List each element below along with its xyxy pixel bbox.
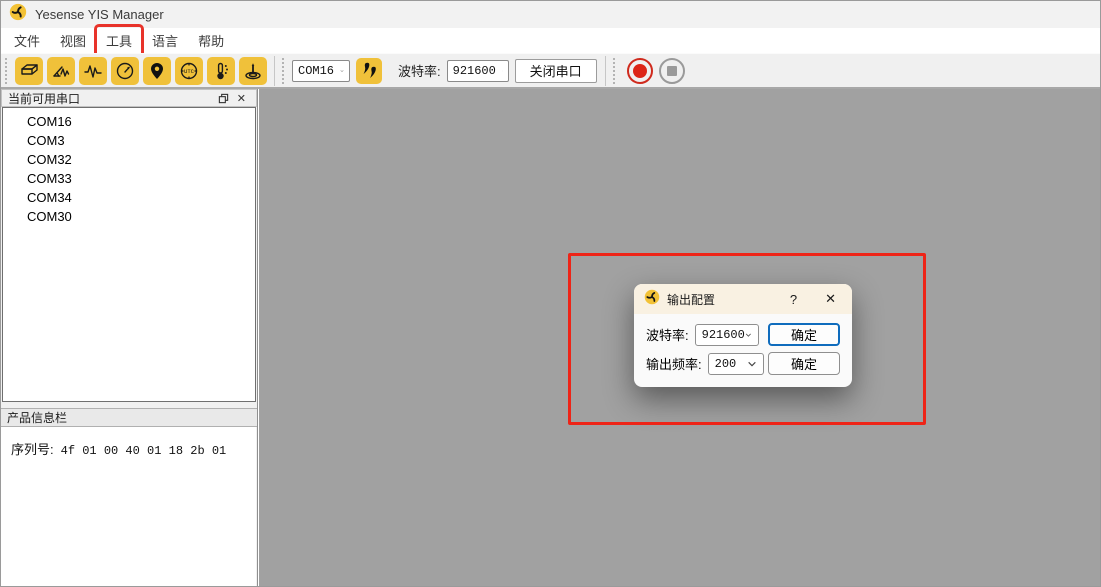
serial-number-row: 序列号: 4f 01 00 40 01 18 2b 01 — [11, 439, 226, 458]
dialog-help-button[interactable]: ? — [784, 292, 803, 307]
window-title: Yesense YIS Manager — [35, 7, 164, 22]
dialog-baud-value: 921600 — [702, 328, 745, 342]
serial-number-value: 4f 01 00 40 01 18 2b 01 — [61, 444, 227, 458]
output-rate-row: 输出频率: 200 确定 — [646, 352, 840, 375]
output-config-dialog: 输出配置 ? ✕ 波特率: 921600 确定 输出频率: 200 — [634, 284, 852, 387]
toolbar-drag-handle[interactable] — [5, 58, 12, 84]
baud-rate-row: 波特率: 921600 确定 — [646, 323, 840, 346]
dock-header: 当前可用串口 ✕ — [1, 89, 257, 107]
dialog-baud-label: 波特率: — [646, 325, 689, 344]
menu-file[interactable]: 文件 — [7, 28, 47, 53]
chevron-down-icon — [745, 330, 752, 340]
toolbar-drag-handle[interactable] — [282, 58, 289, 84]
gauge-icon[interactable] — [111, 57, 139, 85]
dialog-logo-icon — [644, 289, 660, 310]
toolbar: UTC COM16 — [1, 53, 1100, 89]
app-logo-icon — [9, 3, 27, 26]
port-list-item[interactable]: COM30 — [3, 207, 255, 226]
dialog-close-button[interactable]: ✕ — [819, 291, 842, 307]
app-window: Yesense YIS Manager 文件 视图 工具 语言 帮助 — [0, 0, 1101, 587]
close-serial-port-button[interactable]: 关闭串口 — [515, 59, 597, 83]
toolbar-separator — [274, 56, 275, 86]
svg-text:UTC: UTC — [184, 68, 195, 75]
baud-rate-label: 波特率: — [398, 61, 441, 80]
menu-tools[interactable]: 工具 — [99, 28, 139, 53]
port-list[interactable]: COM16 COM3 COM32 COM33 COM34 COM30 — [2, 107, 256, 402]
dialog-output-rate-label: 输出频率: — [646, 354, 702, 373]
refresh-ports-icon[interactable] — [356, 58, 382, 84]
thermometer-icon[interactable] — [207, 57, 235, 85]
dialog-title: 输出配置 — [667, 291, 784, 308]
dialog-baud-select[interactable]: 921600 — [695, 324, 759, 346]
menu-bar: 文件 视图 工具 语言 帮助 — [1, 28, 1100, 53]
baud-confirm-button[interactable]: 确定 — [768, 323, 840, 346]
toolbar-separator — [605, 56, 606, 86]
chevron-down-icon — [747, 359, 757, 369]
record-icon — [633, 64, 647, 78]
product-info-title: 产品信息栏 — [7, 409, 67, 426]
port-list-item[interactable]: COM34 — [3, 188, 255, 207]
port-list-item[interactable]: COM33 — [3, 169, 255, 188]
baud-rate-value: 921600 — [453, 64, 496, 78]
dock-float-icon[interactable] — [214, 93, 233, 104]
cube-3d-icon[interactable] — [15, 57, 43, 85]
output-rate-confirm-button[interactable]: 确定 — [768, 352, 840, 375]
toolbar-drag-handle[interactable] — [613, 58, 620, 84]
location-pin-icon[interactable] — [143, 57, 171, 85]
dialog-body: 波特率: 921600 确定 输出频率: 200 确定 — [634, 314, 852, 375]
menu-view[interactable]: 视图 — [53, 28, 93, 53]
title-bar: Yesense YIS Manager — [1, 1, 1100, 28]
port-list-item[interactable]: COM3 — [3, 131, 255, 150]
product-info-header: 产品信息栏 — [1, 408, 257, 427]
baud-rate-select[interactable]: 921600 — [447, 60, 509, 82]
dock-title: 当前可用串口 — [8, 90, 214, 107]
menu-help[interactable]: 帮助 — [191, 28, 231, 53]
attitude-angle-waveform-icon[interactable] — [47, 57, 75, 85]
stop-icon — [667, 66, 677, 76]
stop-button[interactable] — [659, 58, 685, 84]
waveform-icon[interactable] — [79, 57, 107, 85]
menu-language[interactable]: 语言 — [145, 28, 185, 53]
utc-clock-icon[interactable]: UTC — [175, 57, 203, 85]
sensor-inkwell-icon[interactable] — [239, 57, 267, 85]
serial-number-label: 序列号: — [11, 439, 54, 458]
port-list-item[interactable]: COM16 — [3, 112, 255, 131]
dialog-output-rate-select[interactable]: 200 — [708, 353, 764, 375]
chevron-down-icon — [502, 66, 503, 76]
dock-close-icon[interactable]: ✕ — [233, 92, 250, 105]
dialog-title-bar[interactable]: 输出配置 ? ✕ — [634, 284, 852, 314]
serial-ports-dock: 当前可用串口 ✕ COM16 COM3 COM32 COM33 COM34 CO… — [1, 89, 258, 586]
product-info-panel: 序列号: 4f 01 00 40 01 18 2b 01 软件版本号: YIS3… — [1, 427, 256, 586]
port-list-item[interactable]: COM32 — [3, 150, 255, 169]
record-button[interactable] — [627, 58, 653, 84]
chevron-down-icon — [340, 66, 344, 76]
port-select[interactable]: COM16 — [292, 60, 350, 82]
port-select-value: COM16 — [298, 64, 334, 78]
dialog-output-rate-value: 200 — [715, 357, 737, 371]
